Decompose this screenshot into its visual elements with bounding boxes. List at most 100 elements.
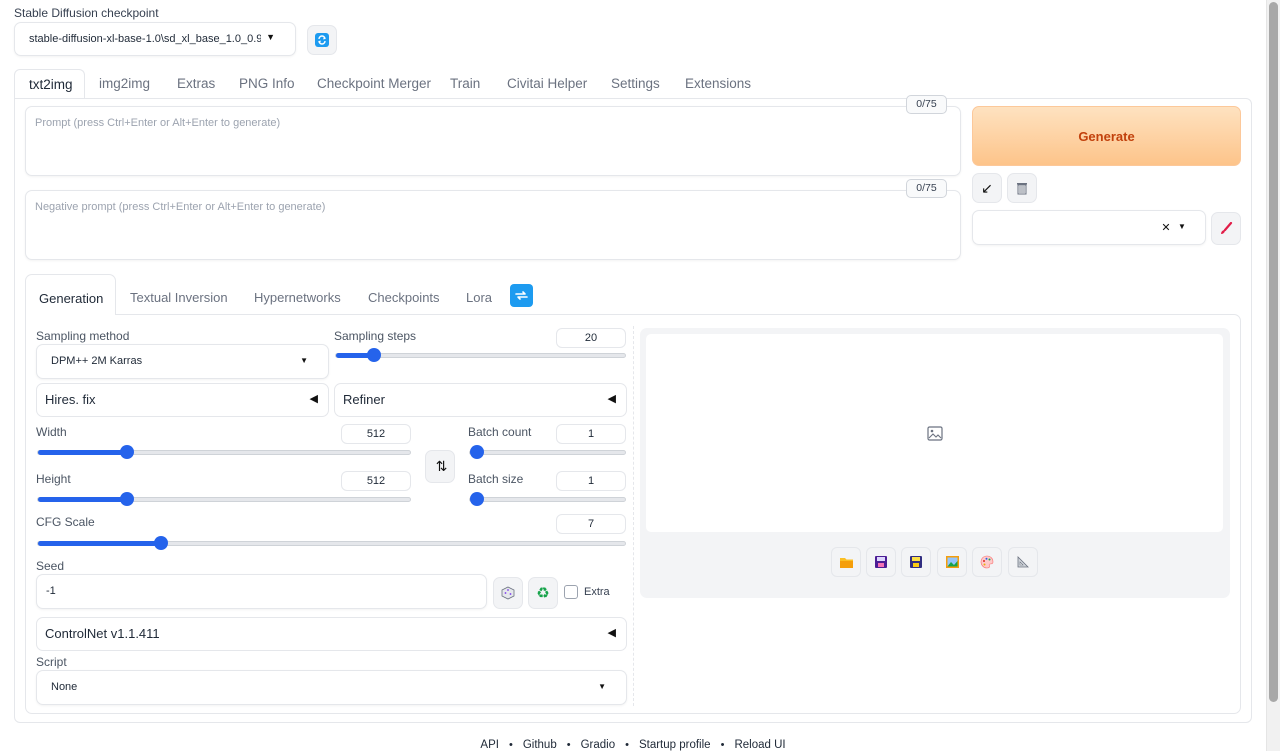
footer-link-startup-profile[interactable]: Startup profile bbox=[639, 739, 711, 751]
tab-generation[interactable]: Generation bbox=[25, 274, 116, 315]
negative-prompt-input[interactable]: Negative prompt (press Ctrl+Enter or Alt… bbox=[25, 190, 961, 260]
batch-count-slider[interactable] bbox=[469, 445, 626, 459]
tab-png-info[interactable]: PNG Info bbox=[239, 69, 295, 99]
scrollbar-thumb[interactable] bbox=[1269, 2, 1278, 702]
tab-settings[interactable]: Settings bbox=[611, 69, 660, 99]
caret-left-icon: ◀ bbox=[309, 393, 318, 405]
zip-icon bbox=[910, 556, 922, 568]
width-input[interactable]: 512 bbox=[341, 424, 411, 444]
tab-txt2img-label: txt2img bbox=[29, 77, 73, 92]
tab-civitai-helper[interactable]: Civitai Helper bbox=[507, 69, 587, 99]
refresh-icon bbox=[315, 33, 329, 47]
checkpoint-dropdown[interactable]: stable-diffusion-xl-base-1.0\sd_xl_base_… bbox=[14, 22, 296, 56]
output-panel bbox=[640, 328, 1230, 598]
footer: API • Github • Gradio • Startup profile • Reload… bbox=[0, 737, 1266, 751]
seed-value: -1 bbox=[46, 585, 56, 597]
sampling-steps-input[interactable]: 20 bbox=[556, 328, 626, 348]
checkpoint-label: Stable Diffusion checkpoint bbox=[14, 6, 159, 20]
height-input[interactable]: 512 bbox=[341, 471, 411, 491]
refiner-accordion[interactable]: Refiner ◀ bbox=[334, 383, 627, 417]
cfg-scale-input[interactable]: 7 bbox=[556, 514, 626, 534]
chevron-down-icon: ▼ bbox=[598, 682, 606, 691]
styles-dropdown[interactable]: ✕ ▼ bbox=[972, 210, 1206, 245]
cfg-scale-slider[interactable] bbox=[37, 536, 626, 550]
output-image-area bbox=[646, 334, 1223, 532]
prompt-placeholder: Prompt (press Ctrl+Enter or Alt+Enter to… bbox=[35, 117, 281, 129]
hires-fix-accordion[interactable]: Hires. fix ◀ bbox=[36, 383, 329, 417]
height-label: Height bbox=[36, 472, 71, 486]
column-divider bbox=[633, 326, 634, 706]
swap-dimensions-button[interactable]: ⇅ bbox=[425, 450, 455, 483]
dice-icon bbox=[501, 586, 515, 600]
refresh-extra-networks-button[interactable] bbox=[510, 284, 533, 307]
clear-prompt-button[interactable] bbox=[1007, 173, 1037, 203]
controlnet-accordion[interactable]: ControlNet v1.1.411 ◀ bbox=[36, 617, 627, 651]
brush-icon bbox=[1221, 221, 1233, 234]
seed-input[interactable]: -1 bbox=[36, 574, 487, 609]
generate-label: Generate bbox=[1078, 128, 1135, 144]
prompt-token-counter: 0/75 bbox=[906, 95, 947, 114]
batch-size-slider[interactable] bbox=[469, 492, 626, 506]
refresh-checkpoints-button[interactable] bbox=[307, 25, 337, 55]
reuse-seed-button[interactable]: ♻ bbox=[528, 577, 558, 609]
sub-tab-bar: Generation Textual Inversion Hypernetwor… bbox=[25, 274, 1241, 315]
caret-left-icon: ◀ bbox=[607, 393, 616, 405]
footer-separator: • bbox=[566, 739, 571, 751]
send-to-img2img-button[interactable] bbox=[937, 547, 967, 577]
tab-train[interactable]: Train bbox=[450, 69, 480, 99]
batch-count-input[interactable]: 1 bbox=[556, 424, 626, 444]
scrollbar[interactable] bbox=[1266, 0, 1280, 751]
height-slider[interactable] bbox=[37, 492, 411, 506]
arrow-down-left-icon: ↙ bbox=[981, 179, 993, 196]
folder-icon bbox=[839, 557, 853, 568]
tab-extras[interactable]: Extras bbox=[177, 69, 215, 99]
send-to-extras-button[interactable] bbox=[1008, 547, 1038, 577]
recycle-icon: ♻ bbox=[536, 585, 550, 602]
negative-prompt-placeholder: Negative prompt (press Ctrl+Enter or Alt… bbox=[35, 201, 326, 213]
batch-size-input[interactable]: 1 bbox=[556, 471, 626, 491]
sampling-method-value: DPM++ 2M Karras bbox=[51, 355, 143, 367]
width-label: Width bbox=[36, 425, 67, 439]
palette-icon bbox=[980, 555, 994, 569]
tab-checkpoints[interactable]: Checkpoints bbox=[368, 290, 440, 305]
extra-seed-label: Extra bbox=[584, 586, 610, 598]
send-to-inpaint-button[interactable] bbox=[972, 547, 1002, 577]
sampling-method-dropdown[interactable]: DPM++ 2M Karras ▼ bbox=[36, 344, 329, 379]
clear-x-icon[interactable]: ✕ bbox=[1159, 221, 1173, 235]
tab-lora[interactable]: Lora bbox=[466, 290, 492, 305]
footer-link-api[interactable]: API bbox=[480, 739, 499, 751]
footer-link-gradio[interactable]: Gradio bbox=[581, 739, 616, 751]
save-button[interactable] bbox=[866, 547, 896, 577]
open-folder-button[interactable] bbox=[831, 547, 861, 577]
sampling-steps-slider[interactable] bbox=[335, 348, 626, 362]
random-seed-button[interactable] bbox=[493, 577, 523, 609]
tab-txt2img[interactable]: txt2img bbox=[14, 69, 85, 99]
batch-size-label: Batch size bbox=[468, 472, 524, 486]
tab-extensions[interactable]: Extensions bbox=[685, 69, 751, 99]
controlnet-label: ControlNet v1.1.411 bbox=[45, 626, 160, 641]
cfg-scale-label: CFG Scale bbox=[36, 515, 95, 529]
extra-seed-checkbox[interactable] bbox=[564, 585, 578, 599]
footer-link-reload-ui[interactable]: Reload UI bbox=[734, 739, 785, 751]
tab-textual-inversion[interactable]: Textual Inversion bbox=[130, 290, 228, 305]
refiner-label: Refiner bbox=[343, 392, 385, 407]
tab-hypernetworks[interactable]: Hypernetworks bbox=[254, 290, 341, 305]
hires-fix-label: Hires. fix bbox=[45, 392, 96, 407]
picture-icon bbox=[945, 556, 959, 568]
tab-img2img[interactable]: img2img bbox=[99, 69, 150, 99]
slider-thumb[interactable] bbox=[470, 445, 484, 459]
slider-thumb[interactable] bbox=[366, 348, 381, 362]
edit-styles-button[interactable] bbox=[1211, 212, 1241, 245]
slider-thumb[interactable] bbox=[470, 492, 484, 506]
footer-link-github[interactable]: Github bbox=[523, 739, 557, 751]
generate-button[interactable]: Generate bbox=[972, 106, 1241, 166]
script-dropdown[interactable]: None ▼ bbox=[36, 670, 627, 705]
trash-icon bbox=[1017, 183, 1027, 195]
save-zip-button[interactable] bbox=[901, 547, 931, 577]
save-icon bbox=[875, 556, 887, 568]
image-placeholder-icon bbox=[927, 426, 943, 441]
read-params-button[interactable]: ↙ bbox=[972, 173, 1002, 203]
tab-checkpoint-merger[interactable]: Checkpoint Merger bbox=[317, 69, 431, 99]
prompt-input[interactable]: Prompt (press Ctrl+Enter or Alt+Enter to… bbox=[25, 106, 961, 176]
width-slider[interactable] bbox=[37, 445, 411, 459]
